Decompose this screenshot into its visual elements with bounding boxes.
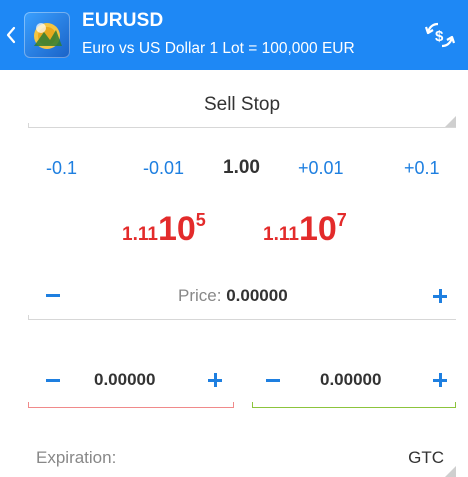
take-profit-field: 0.00000: [252, 362, 456, 408]
volume-plus-small-button[interactable]: +0.01: [298, 158, 344, 179]
take-profit-value[interactable]: 0.00000: [320, 370, 381, 390]
symbol-title: EURUSD: [82, 10, 164, 31]
ask-price-pips: 10: [298, 210, 337, 248]
ask-price-fraction: 7: [336, 210, 347, 230]
take-profit-decrease-button[interactable]: [266, 379, 280, 382]
volume-minus-large-button[interactable]: -0.1: [46, 158, 77, 179]
svg-text:$: $: [435, 28, 444, 45]
symbol-description: Euro vs US Dollar 1 Lot = 100,000 EUR: [82, 40, 355, 57]
price-underline-cap: [28, 315, 29, 320]
volume-value[interactable]: 1.00: [223, 157, 260, 179]
app-logo-icon[interactable]: [24, 12, 70, 58]
ask-price-prefix: 1.11: [263, 224, 299, 245]
bid-price-pips: 10: [157, 210, 196, 248]
stop-loss-increase-button[interactable]: [208, 373, 222, 387]
bid-price: 1.11105: [122, 210, 206, 248]
order-type-underline: [28, 127, 456, 128]
stop-loss-field: 0.00000: [28, 362, 234, 408]
bid-price-prefix: 1.11: [122, 224, 158, 245]
currency-exchange-icon[interactable]: $: [422, 18, 458, 52]
stop-loss-value[interactable]: 0.00000: [94, 370, 155, 390]
expiration-value: GTC: [408, 448, 444, 467]
stop-loss-underline-cap-left: [28, 402, 29, 408]
take-profit-underline: [252, 407, 456, 408]
volume-plus-large-button[interactable]: +0.1: [404, 158, 440, 179]
back-chevron-icon[interactable]: [6, 26, 16, 44]
expiration-label: Expiration:: [36, 448, 117, 467]
price-input-row: Price: 0.00000: [28, 274, 456, 320]
take-profit-increase-button[interactable]: [433, 373, 447, 387]
order-type-value: Sell Stop: [203, 94, 281, 115]
take-profit-underline-cap-left: [252, 402, 253, 408]
price-increase-button[interactable]: [433, 289, 447, 303]
price-underline: [28, 319, 456, 320]
stop-loss-underline-cap-right: [233, 402, 234, 408]
dropdown-corner-icon: [445, 116, 456, 127]
price-decrease-button[interactable]: [46, 294, 60, 297]
price-field[interactable]: Price: 0.00000: [178, 286, 288, 306]
dropdown-corner-icon: [445, 466, 456, 477]
expiration-select[interactable]: Expiration: GTC: [28, 440, 456, 477]
stop-loss-decrease-button[interactable]: [46, 379, 60, 382]
bid-price-fraction: 5: [195, 210, 206, 230]
price-label: Price:: [178, 286, 222, 305]
toolbar: EURUSD Euro vs US Dollar 1 Lot = 100,000…: [0, 0, 468, 70]
order-type-underline-cap: [28, 123, 29, 128]
price-value: 0.00000: [226, 286, 288, 305]
take-profit-underline-cap-right: [455, 402, 456, 408]
volume-minus-small-button[interactable]: -0.01: [143, 158, 184, 179]
stop-loss-underline: [28, 407, 234, 408]
ask-price: 1.11107: [263, 210, 347, 248]
order-type-select[interactable]: Sell Stop: [28, 82, 456, 128]
